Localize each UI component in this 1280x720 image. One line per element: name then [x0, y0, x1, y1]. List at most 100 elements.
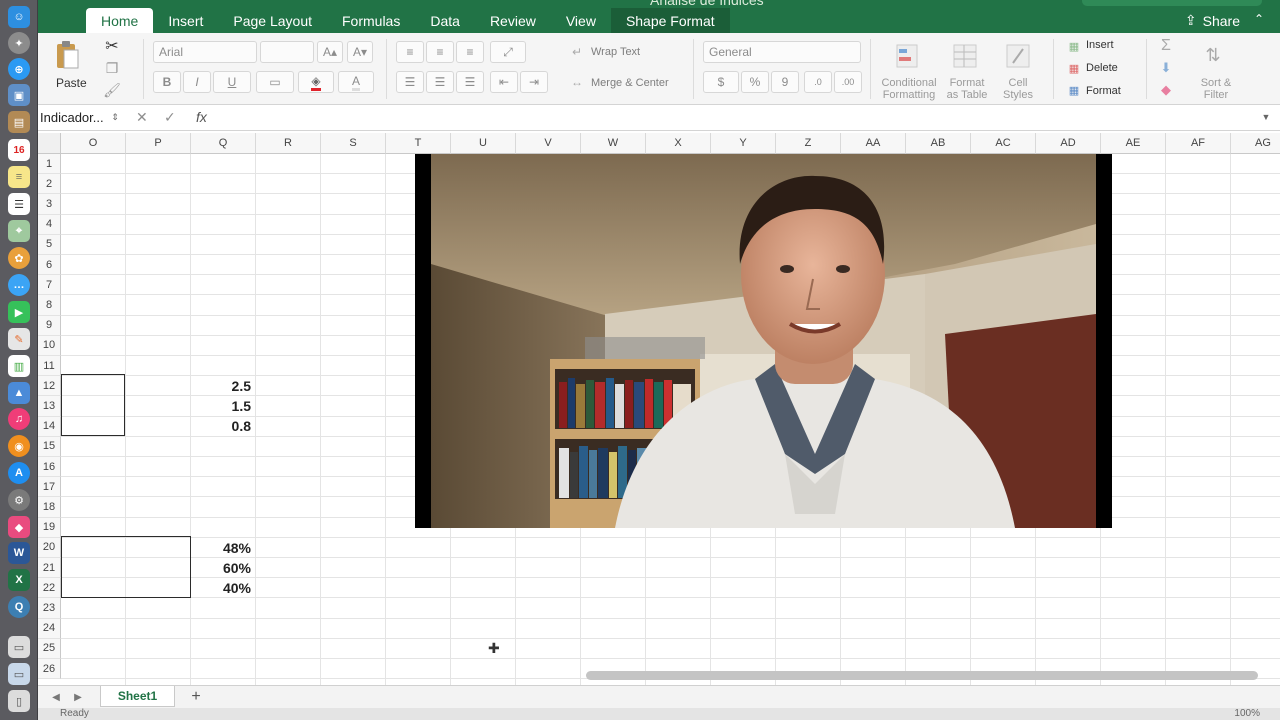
messages-icon[interactable]: … [8, 274, 30, 296]
name-box-stepper-icon[interactable]: ⇕ [110, 110, 120, 124]
percent-button[interactable]: % [741, 71, 769, 93]
bold-button[interactable]: B [153, 71, 181, 93]
copy-icon[interactable]: ❐ [102, 59, 122, 77]
fill-icon[interactable]: ⬇ [1156, 59, 1176, 77]
conditional-formatting-icon[interactable] [893, 39, 923, 71]
share-button[interactable]: ⇪ Share [1185, 12, 1240, 29]
row-header-20[interactable]: 20 [38, 537, 61, 558]
decrease-font-icon[interactable]: A▾ [347, 41, 373, 63]
tab-shape-format[interactable]: Shape Format [610, 8, 730, 33]
column-header-aa[interactable]: AA [841, 133, 906, 154]
word-icon[interactable]: W [8, 542, 30, 564]
expand-formula-icon[interactable]: ▼ [1260, 111, 1272, 123]
row-header-4[interactable]: 4 [38, 214, 61, 235]
collapse-ribbon-icon[interactable]: ⌃ [1254, 12, 1264, 26]
underline-button[interactable]: U [213, 71, 251, 93]
fill-color-icon[interactable]: ◈ [298, 71, 334, 93]
format-button[interactable]: Format [1086, 85, 1121, 97]
sheet-tab-sheet1[interactable]: Sheet1 [100, 686, 175, 707]
align-center-icon[interactable]: ☰ [426, 71, 454, 93]
align-top-icon[interactable]: ≡ [396, 41, 424, 63]
number-format-select[interactable]: General [703, 41, 861, 63]
horizontal-scrollbar[interactable] [586, 671, 1258, 680]
paste-icon[interactable] [52, 39, 82, 71]
row-header-9[interactable]: 9 [38, 315, 61, 336]
italic-button[interactable]: I [183, 71, 211, 93]
tab-review[interactable]: Review [475, 8, 551, 33]
prev-sheet-icon[interactable]: ◀ [50, 690, 62, 704]
row-header-23[interactable]: 23 [38, 598, 61, 619]
row-header-26[interactable]: 26 [38, 659, 61, 680]
cell-styles-icon[interactable] [1003, 39, 1033, 71]
calendar-icon[interactable]: 16 [8, 139, 30, 161]
maps-icon[interactable]: ⌖ [8, 220, 30, 242]
column-header-x[interactable]: X [646, 133, 711, 154]
merge-center-button[interactable]: Merge & Center [591, 77, 669, 89]
increase-indent-icon[interactable]: ⇥ [520, 71, 548, 93]
column-header-q[interactable]: Q [191, 133, 256, 154]
cancel-formula-icon[interactable]: ✕ [136, 109, 148, 126]
cell-q21[interactable]: 60% [191, 560, 251, 576]
tab-home[interactable]: Home [86, 8, 154, 33]
column-header-t[interactable]: T [386, 133, 451, 154]
column-header-z[interactable]: Z [776, 133, 841, 154]
reminders-icon[interactable]: ☰ [8, 193, 30, 215]
preview-icon[interactable]: ▣ [8, 84, 30, 106]
row-header-15[interactable]: 15 [38, 436, 61, 457]
column-header-p[interactable]: P [126, 133, 191, 154]
column-header-y[interactable]: Y [711, 133, 776, 154]
row-header-2[interactable]: 2 [38, 174, 61, 195]
delete-button[interactable]: Delete [1086, 62, 1118, 74]
increase-font-icon[interactable]: A▴ [317, 41, 343, 63]
tab-formulas[interactable]: Formulas [327, 8, 415, 33]
cell-q13[interactable]: 1.5 [191, 398, 251, 414]
row-header-6[interactable]: 6 [38, 255, 61, 276]
select-all-corner[interactable] [38, 133, 61, 154]
add-sheet-button[interactable]: + [188, 688, 204, 706]
column-header-r[interactable]: R [256, 133, 321, 154]
column-header-w[interactable]: W [581, 133, 646, 154]
column-header-ac[interactable]: AC [971, 133, 1036, 154]
column-header-ae[interactable]: AE [1101, 133, 1166, 154]
folder-screenshots-icon[interactable]: ▭ [8, 663, 30, 685]
insert-button[interactable]: Insert [1086, 39, 1114, 51]
borders-icon[interactable]: ▭ [256, 71, 294, 93]
row-header-19[interactable]: 19 [38, 517, 61, 538]
photos-icon[interactable]: ✿ [8, 247, 30, 269]
keynote-icon[interactable]: ▲ [8, 382, 30, 404]
column-header-v[interactable]: V [516, 133, 581, 154]
search-sheet-input[interactable] [1082, 0, 1262, 6]
wrap-text-button[interactable]: Wrap Text [591, 46, 640, 58]
row-header-21[interactable]: 21 [38, 558, 61, 579]
cut-icon[interactable]: ✂ [102, 37, 122, 55]
cell-q12[interactable]: 2.5 [191, 378, 251, 394]
autosum-icon[interactable]: Σ [1156, 37, 1176, 55]
sort-filter-icon[interactable]: ⇅ [1198, 41, 1228, 69]
folder-doc-icon[interactable]: ▭ [8, 636, 30, 658]
system-preferences-icon[interactable]: ⚙ [8, 489, 30, 511]
format-painter-icon[interactable]: 🖌 [102, 81, 122, 99]
finder-icon[interactable]: ☺ [8, 6, 30, 28]
quicktime-icon[interactable]: Q [8, 596, 30, 618]
currency-button[interactable]: $ [703, 71, 739, 93]
row-header-5[interactable]: 5 [38, 234, 61, 255]
align-bottom-icon[interactable]: ≡ [456, 41, 484, 63]
row-header-18[interactable]: 18 [38, 497, 61, 518]
contacts-icon[interactable]: ▤ [8, 111, 30, 133]
decrease-indent-icon[interactable]: ⇤ [490, 71, 518, 93]
confirm-formula-icon[interactable]: ✓ [164, 109, 176, 126]
row-header-17[interactable]: 17 [38, 477, 61, 498]
name-box[interactable]: Indicador... [40, 110, 104, 125]
tab-page-layout[interactable]: Page Layout [218, 8, 327, 33]
align-left-icon[interactable]: ☰ [396, 71, 424, 93]
insert-function-button[interactable]: fx [196, 109, 207, 125]
row-header-13[interactable]: 13 [38, 396, 61, 417]
trash-icon[interactable]: ▯ [8, 690, 30, 712]
tab-view[interactable]: View [551, 8, 611, 33]
cell-q14[interactable]: 0.8 [191, 418, 251, 434]
tab-insert[interactable]: Insert [153, 8, 218, 33]
comma-button[interactable]: 9 [771, 71, 799, 93]
row-header-1[interactable]: 1 [38, 154, 61, 175]
decrease-decimal-icon[interactable]: .00 [834, 71, 862, 93]
facetime-icon[interactable]: ▶ [8, 301, 30, 323]
